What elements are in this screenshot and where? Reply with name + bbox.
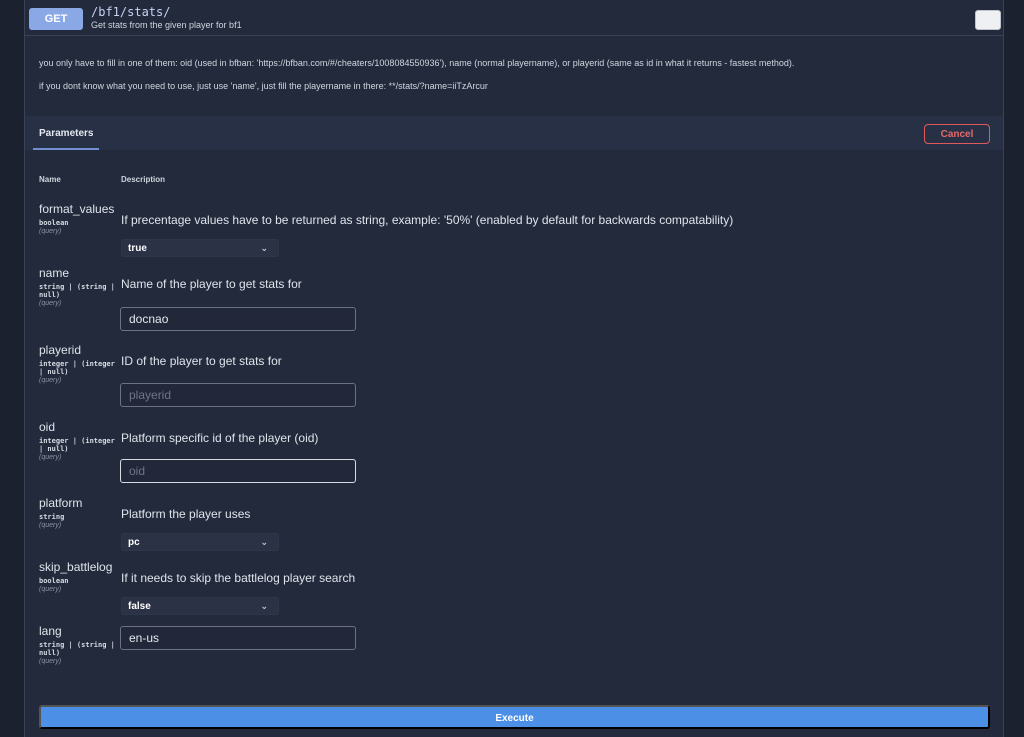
lock-icon[interactable] (975, 10, 1001, 30)
param-name-field: name string | (string | null) (query) (39, 266, 119, 307)
chevron-down-icon: ⌄ (260, 243, 268, 253)
operation-summary[interactable]: GET /bf1/stats/ Get stats from the given… (25, 0, 1003, 36)
tab-underline (33, 148, 99, 150)
param-location: (query) (39, 586, 62, 593)
param-oid: oid integer | (integer | null) (query) (39, 420, 119, 461)
operation-panel: GET /bf1/stats/ Get stats from the given… (24, 0, 1004, 737)
param-location: (query) (39, 658, 62, 665)
param-location: (query) (39, 300, 62, 307)
select-value: false (128, 601, 151, 612)
name-input[interactable]: docnao (120, 307, 356, 331)
platform-select[interactable]: pc ⌄ (121, 533, 279, 551)
param-name: oid (39, 420, 56, 434)
skip-battlelog-select[interactable]: false ⌄ (121, 597, 279, 615)
param-type: integer | (integer | null) (39, 360, 115, 376)
description-line-1: you only have to fill in one of them: oi… (39, 58, 795, 68)
parameters-header: Parameters Cancel (25, 116, 1003, 150)
param-description: Platform specific id of the player (oid) (121, 431, 319, 445)
param-description: Platform the player uses (121, 507, 251, 521)
param-location: (query) (39, 522, 62, 529)
param-playerid: playerid integer | (integer | null) (que… (39, 343, 119, 384)
param-description: Name of the player to get stats for (121, 277, 302, 291)
param-lang: lang string | (string | null) (query) (39, 624, 119, 665)
param-name: platform (39, 496, 83, 510)
lang-input[interactable]: en-us (120, 626, 356, 650)
param-name: playerid (39, 343, 82, 357)
playerid-input[interactable]: playerid (120, 383, 356, 407)
param-type: boolean (39, 219, 69, 227)
format-values-select[interactable]: true ⌄ (121, 239, 279, 257)
param-name: lang (39, 624, 62, 638)
tab-parameters[interactable]: Parameters (39, 128, 93, 139)
method-badge: GET (29, 8, 83, 30)
param-type: string | (string | null) (39, 641, 115, 657)
param-location: (query) (39, 228, 62, 235)
param-location: (query) (39, 454, 62, 461)
endpoint-path: /bf1/stats/ (91, 5, 171, 19)
param-skip-battlelog: skip_battlelog boolean (query) (39, 560, 119, 593)
execute-button[interactable]: Execute (39, 705, 990, 729)
param-name: format_values (39, 202, 115, 216)
oid-input[interactable]: oid (120, 459, 356, 483)
cancel-button[interactable]: Cancel (924, 124, 990, 144)
param-description: ID of the player to get stats for (121, 354, 282, 368)
param-name: name (39, 266, 70, 280)
description-line-2: if you dont know what you need to use, j… (39, 81, 488, 91)
column-header-description: Description (121, 175, 166, 184)
param-type: boolean (39, 577, 69, 585)
column-header-name: Name (39, 175, 61, 184)
chevron-down-icon: ⌄ (260, 537, 268, 547)
select-value: true (128, 243, 147, 254)
chevron-down-icon: ⌄ (260, 601, 268, 611)
param-description: If precentage values have to be returned… (121, 213, 734, 227)
param-type: string (39, 513, 65, 521)
param-name: skip_battlelog (39, 560, 113, 574)
select-value: pc (128, 537, 140, 548)
param-location: (query) (39, 377, 62, 384)
param-platform: platform string (query) (39, 496, 119, 529)
param-description: If it needs to skip the battlelog player… (121, 571, 356, 585)
param-type: string | (string | null) (39, 283, 115, 299)
param-format-values: format_values boolean (query) (39, 202, 119, 235)
endpoint-summary: Get stats from the given player for bf1 (91, 20, 242, 30)
param-type: integer | (integer | null) (39, 437, 115, 453)
